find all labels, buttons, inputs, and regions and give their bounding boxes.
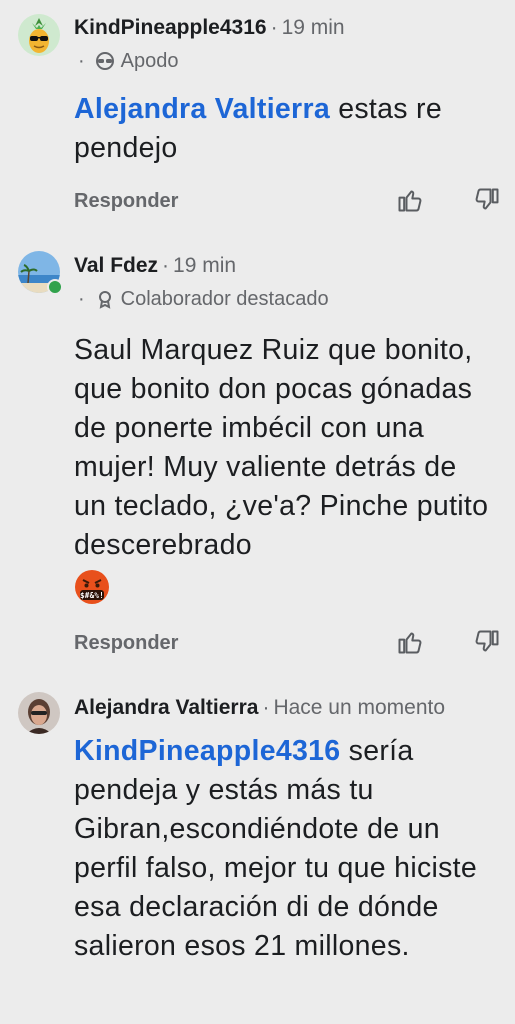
comment-body: Alejandra Valtierra estas re pendejo: [74, 90, 504, 168]
badge-dot: ·: [78, 288, 85, 310]
svg-text:$#&%!: $#&%!: [80, 591, 104, 600]
reply-button[interactable]: Responder: [74, 188, 178, 214]
online-status-icon: [47, 279, 63, 295]
avatar[interactable]: [18, 692, 60, 734]
comment-text: sería pendeja y estás más tu Gibran,esco…: [74, 735, 478, 962]
dislike-icon[interactable]: [473, 186, 501, 219]
pineapple-avatar-icon: [18, 14, 60, 56]
comment-body: Saul Marquez Ruiz que bonito, que bonito…: [74, 331, 489, 606]
top-contributor-icon: [95, 289, 115, 316]
reply-button[interactable]: Responder: [74, 630, 178, 656]
mention-link[interactable]: Alejandra Valtierra: [74, 93, 330, 125]
badge-label: Colaborador destacado: [120, 288, 329, 310]
separator: ·: [262, 696, 270, 719]
avatar[interactable]: [18, 14, 60, 56]
comment-time[interactable]: 19 min: [173, 254, 236, 277]
comment-author[interactable]: KindPineapple4316: [74, 16, 267, 39]
profile-photo-icon: [18, 692, 60, 734]
comment-time[interactable]: Hace un momento: [273, 696, 445, 719]
comment-author[interactable]: Alejandra Valtierra: [74, 696, 258, 719]
badge: · Apodo: [78, 48, 179, 78]
face-with-symbols-on-mouth-icon: $#&%!: [74, 569, 110, 605]
dislike-icon[interactable]: [473, 628, 501, 661]
separator: ·: [162, 254, 170, 277]
badge-label: Apodo: [120, 50, 179, 72]
badge-dot: ·: [78, 50, 85, 72]
separator: ·: [270, 16, 278, 39]
like-icon[interactable]: [396, 628, 424, 661]
comment-body: KindPineapple4316 sería pendeja y estás …: [74, 732, 504, 966]
mention-link[interactable]: KindPineapple4316: [74, 735, 340, 767]
sunglasses-mask-icon: [95, 51, 115, 78]
comment-time[interactable]: 19 min: [282, 16, 345, 39]
like-icon[interactable]: [396, 186, 424, 219]
comment-text: Saul Marquez Ruiz que bonito, que bonito…: [74, 334, 489, 561]
comment-author[interactable]: Val Fdez: [74, 254, 158, 277]
badge: · Colaborador destacado: [78, 286, 329, 316]
